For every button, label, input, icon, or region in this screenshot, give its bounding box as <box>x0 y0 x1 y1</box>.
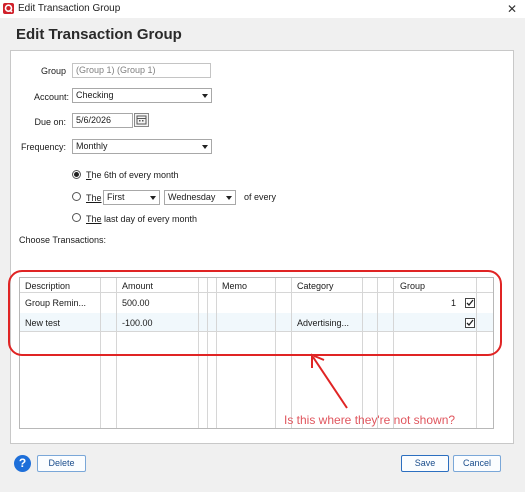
frequency-value: Monthly <box>76 141 108 151</box>
annotation-text: Is this where they're not shown? <box>284 413 456 427</box>
annotation-highlight <box>8 270 502 356</box>
frequency-label: Frequency: <box>20 142 66 152</box>
calendar-icon[interactable] <box>134 113 149 127</box>
chevron-down-icon <box>202 145 208 149</box>
week-ordinal-select[interactable]: First <box>103 190 160 205</box>
chevron-down-icon <box>202 94 208 98</box>
app-logo-icon <box>3 3 14 14</box>
page-title: Edit Transaction Group <box>16 26 182 43</box>
option2-suffix: of every <box>244 192 277 202</box>
due-date-input[interactable]: 5/6/2026 <box>72 113 133 128</box>
due-date-picker: 5/6/2026 <box>72 113 150 128</box>
radio-day-of-month[interactable] <box>72 170 81 179</box>
title-bar: Edit Transaction Group ✕ <box>0 0 525 18</box>
group-field[interactable]: (Group 1) (Group 1) <box>72 63 211 78</box>
due-label: Due on: <box>34 117 66 127</box>
chevron-down-icon <box>226 196 232 200</box>
cancel-button[interactable]: Cancel <box>453 455 501 472</box>
radio-day-of-month-label: The 6th of every month <box>86 170 179 180</box>
account-value: Checking <box>76 90 114 100</box>
arrow-icon <box>311 353 348 409</box>
option1-text: he 6th of every month <box>91 170 179 180</box>
choose-transactions-label: Choose Transactions: <box>19 235 107 245</box>
option2-prefix: The <box>86 193 102 203</box>
weekday-select[interactable]: Wednesday <box>164 190 236 205</box>
delete-button[interactable]: Delete <box>37 455 86 472</box>
close-icon[interactable]: ✕ <box>504 1 520 17</box>
radio-selected-dot <box>74 172 79 177</box>
option3-text: last day of every month <box>101 214 198 224</box>
week-ordinal-value: First <box>107 192 125 202</box>
window-title: Edit Transaction Group <box>18 3 121 14</box>
save-button[interactable]: Save <box>401 455 449 472</box>
frequency-select[interactable]: Monthly <box>72 139 212 154</box>
weekday-value: Wednesday <box>168 192 216 202</box>
radio-last-day-label: The last day of every month <box>86 214 197 224</box>
radio-last-day[interactable] <box>72 213 81 222</box>
account-label: Account: <box>33 92 69 102</box>
radio-weekday-of-month[interactable] <box>72 192 81 201</box>
account-select[interactable]: Checking <box>72 88 212 103</box>
option3-prefix: The <box>86 214 102 224</box>
chevron-down-icon <box>150 196 156 200</box>
group-label: Group <box>40 66 66 76</box>
help-icon[interactable]: ? <box>14 455 31 472</box>
